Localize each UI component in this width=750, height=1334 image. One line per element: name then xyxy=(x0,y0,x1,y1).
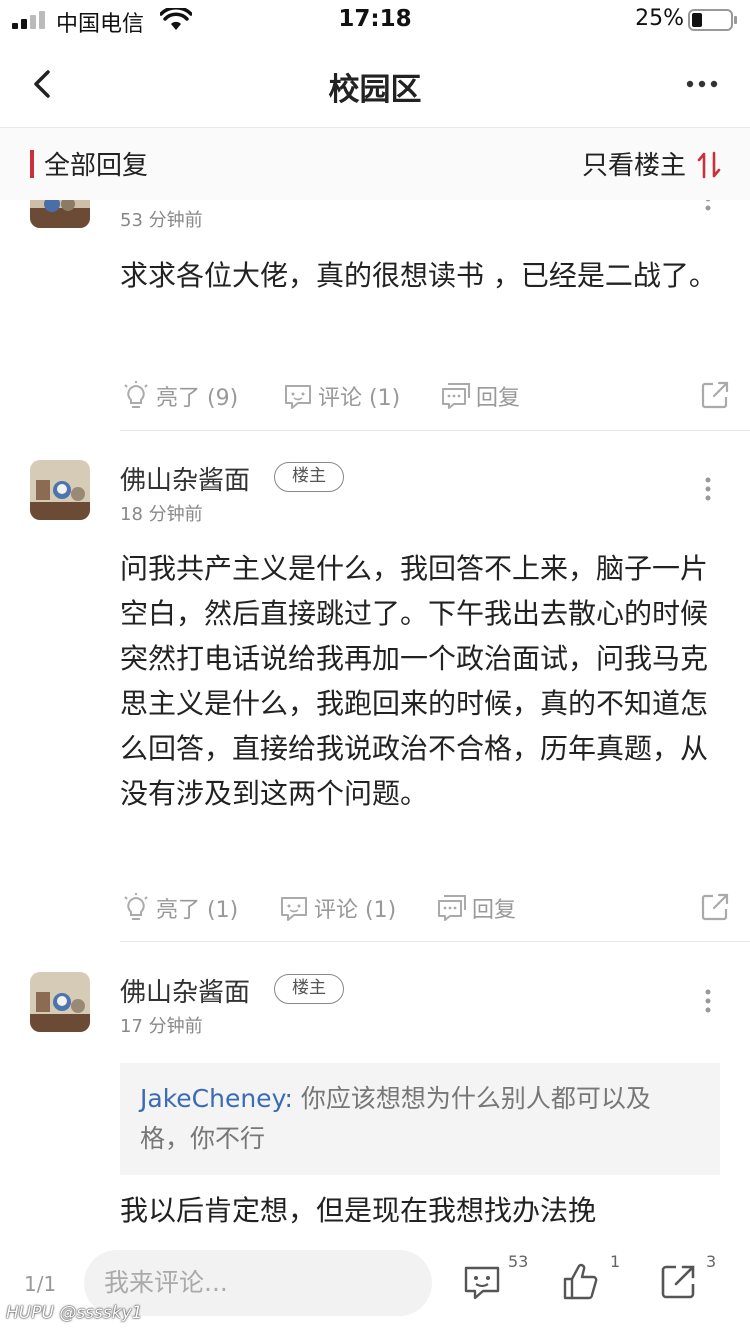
comment-label: 评论 (1) xyxy=(314,898,397,923)
reply-button[interactable]: 回复 xyxy=(440,376,520,416)
status-bar: 中国电信 17:18 25% xyxy=(0,0,750,40)
bulb-icon xyxy=(124,893,148,920)
nav-bar: 校园区 xyxy=(0,40,750,128)
battery-percent: 25% xyxy=(635,6,684,31)
reply-icon xyxy=(442,383,470,409)
share-icon[interactable] xyxy=(658,1262,698,1302)
share-icon[interactable] xyxy=(700,380,730,410)
avatar-image xyxy=(30,972,90,1032)
post-content: 问我共产主义是什么，我回答不上来，脑子一片空白，然后直接跳过了。下午我出去散心的… xyxy=(120,552,709,810)
battery-icon xyxy=(688,9,737,31)
post-time: 17 分钟前 xyxy=(120,1016,203,1037)
post-content: 我以后肯定想，但是现在我想找办法挽 xyxy=(120,1194,597,1227)
more-icon[interactable] xyxy=(684,70,720,98)
owner-only-toggle[interactable]: 只看楼主 xyxy=(582,145,686,182)
watermark: HUPU @ssssky1 xyxy=(6,1303,143,1323)
avatar-image xyxy=(30,460,90,520)
comment-label: 评论 (1) xyxy=(318,386,401,411)
reply-label: 回复 xyxy=(476,386,521,411)
post-more-icon[interactable] xyxy=(704,988,712,1014)
active-indicator xyxy=(30,150,34,178)
quoted-username[interactable]: JakeCheney: xyxy=(140,1084,293,1113)
reply-label: 回复 xyxy=(472,898,517,923)
comment-icon xyxy=(281,897,307,921)
like-button[interactable]: 亮了 (9) xyxy=(120,376,238,416)
reply-icon xyxy=(438,895,466,921)
filter-bar: 全部回复 只看楼主 xyxy=(0,128,750,200)
owner-badge: 楼主 xyxy=(274,974,344,1004)
comment-button[interactable]: 评论 (1) xyxy=(278,888,396,928)
page-title: 校园区 xyxy=(328,72,422,108)
post-more-icon[interactable] xyxy=(704,476,712,502)
reply-button[interactable]: 回复 xyxy=(436,888,516,928)
comments-icon[interactable] xyxy=(462,1262,502,1302)
post-time: 18 分钟前 xyxy=(120,504,203,525)
share-count: 3 xyxy=(706,1252,717,1271)
thumbs-up-icon[interactable] xyxy=(560,1262,600,1302)
comment-count: 53 xyxy=(508,1252,529,1271)
sort-icon[interactable] xyxy=(696,150,722,180)
post-time: 53 分钟前 xyxy=(120,210,203,231)
divider xyxy=(120,941,750,942)
username[interactable]: 佛山杂酱面 xyxy=(120,972,250,1009)
post-actions: 亮了 (9) 评论 (1) 回复 xyxy=(120,376,730,416)
like-label: 亮了 (9) xyxy=(156,386,239,411)
like-count: 1 xyxy=(610,1252,621,1271)
avatar-image xyxy=(30,200,90,228)
divider xyxy=(120,430,750,431)
avatar[interactable] xyxy=(30,200,90,228)
owner-badge: 楼主 xyxy=(274,462,344,492)
avatar[interactable] xyxy=(30,460,90,520)
username[interactable]: 佛山杂酱面 xyxy=(120,460,250,497)
like-button[interactable]: 亮了 (1) xyxy=(120,888,238,928)
post-actions: 亮了 (1) 评论 (1) 回复 xyxy=(120,888,730,928)
like-label: 亮了 (1) xyxy=(156,898,239,923)
comment-icon xyxy=(285,385,311,409)
all-replies-tab[interactable]: 全部回复 xyxy=(44,145,148,182)
post-content: 求求各位大佬，真的很想读书 ，已经是二战了。 xyxy=(120,259,717,292)
post-more-icon[interactable] xyxy=(704,200,712,212)
quoted-reply[interactable]: JakeCheney: 你应该想想为什么别人都可以及格，你不行 xyxy=(120,1063,720,1175)
bulb-icon xyxy=(124,381,148,408)
comment-button[interactable]: 评论 (1) xyxy=(282,376,400,416)
reply-feed[interactable]: 53 分钟前 求求各位大佬，真的很想读书 ，已经是二战了。 亮了 (9) 评论 … xyxy=(0,200,750,1250)
page-indicator: 1/1 xyxy=(24,1272,57,1296)
avatar[interactable] xyxy=(30,972,90,1032)
share-icon[interactable] xyxy=(700,892,730,922)
